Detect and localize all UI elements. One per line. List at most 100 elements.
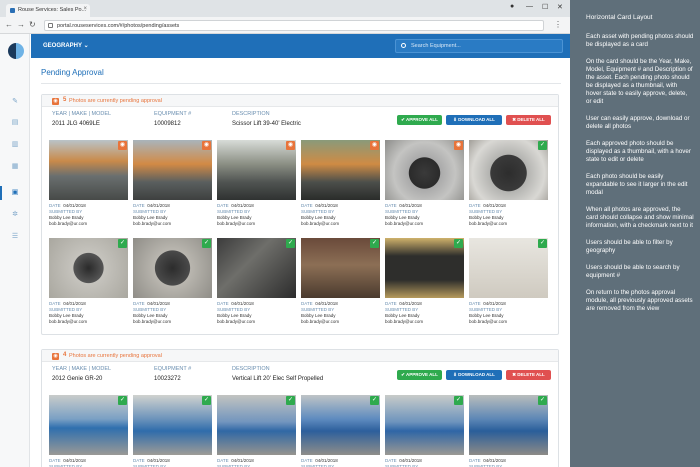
pending-count: 5 <box>63 97 67 103</box>
submitter-email: bob.brady@ur.com <box>49 221 88 226</box>
photo-meta: DATE 04/01/2018 SUBMITTED BY <box>49 458 129 467</box>
photo-icon[interactable]: ▣ <box>10 188 20 197</box>
checkmark-icon[interactable]: ✓ <box>202 396 211 405</box>
pending-text: Photos are currently pending approval <box>69 98 162 104</box>
checkmark-icon[interactable]: ✓ <box>118 396 127 405</box>
photo-thumbnail[interactable]: ✓ <box>385 238 464 298</box>
checkmark-icon[interactable]: ✓ <box>202 239 211 248</box>
photo-thumbnail[interactable]: ✓ <box>469 238 548 298</box>
close-window-icon[interactable]: ✕ <box>557 3 563 11</box>
edit-icon[interactable]: ✎ <box>10 97 20 106</box>
download-all-button[interactable]: ⬇ DOWNLOAD ALL <box>446 115 502 125</box>
minimize-icon[interactable]: — <box>526 3 533 10</box>
card-header: ◉ 5 Photos are currently pending approva… <box>42 95 558 107</box>
checkmark-icon[interactable]: ✓ <box>286 396 295 405</box>
browser-tab[interactable]: Rouse Services: Sales Po... × <box>6 4 90 17</box>
photo-thumbnail[interactable]: ✓ <box>133 238 212 298</box>
camera-icon: ◉ <box>52 353 59 360</box>
photo-thumbnail[interactable]: ◉ <box>49 140 128 200</box>
description-value: Vertical Lift 20' Elec Self Propelled <box>232 376 324 382</box>
ymm-value: 2011 JLG 4069LE <box>52 121 100 127</box>
checkmark-icon[interactable]: ✓ <box>286 239 295 248</box>
description-label: DESCRIPTION <box>232 111 270 117</box>
report-icon[interactable]: ▦ <box>10 162 20 171</box>
note-item: User can easily approve, download or del… <box>586 115 690 130</box>
pending-text: Photos are currently pending approval <box>69 353 162 359</box>
date-label: DATE <box>385 458 397 463</box>
date-label: DATE <box>301 301 313 306</box>
photo-thumbnail[interactable]: ◉ <box>133 140 212 200</box>
reload-icon[interactable]: ↻ <box>29 20 36 29</box>
submitter-email: bob.brady@ur.com <box>385 319 424 324</box>
pending-icon[interactable]: ◉ <box>286 141 295 150</box>
photo-thumbnail[interactable]: ✓ <box>217 238 296 298</box>
note-item: On the card should be the Year, Make, Mo… <box>586 58 693 105</box>
download-all-button[interactable]: ⬇ DOWNLOAD ALL <box>446 370 502 380</box>
profile-icon[interactable]: ● <box>510 3 514 10</box>
list-icon[interactable]: ☰ <box>10 232 20 241</box>
page-title: Pending Approval <box>41 68 104 77</box>
approve-all-button[interactable]: ✔ APPROVE ALL <box>397 115 442 125</box>
delete-all-button[interactable]: ✖ DELETE ALL <box>506 370 551 380</box>
date-label: DATE <box>469 203 481 208</box>
photo-thumbnail[interactable]: ◉ <box>385 140 464 200</box>
date-label: DATE <box>49 301 61 306</box>
photo-thumbnail[interactable]: ✓ <box>49 238 128 298</box>
url-field[interactable]: portal.rouseservices.com/#/photos/pendin… <box>44 20 544 31</box>
submitter-email: bob.brady@ur.com <box>301 319 340 324</box>
submitter-email: bob.brady@ur.com <box>385 221 424 226</box>
checkmark-icon[interactable]: ✓ <box>454 239 463 248</box>
checkmark-icon[interactable]: ✓ <box>118 239 127 248</box>
forward-icon[interactable]: → <box>17 20 25 29</box>
checkmark-icon[interactable]: ✓ <box>538 239 547 248</box>
search-placeholder: Search Equipment... <box>411 43 461 49</box>
notes-list: Each asset with pending photos should be… <box>586 33 694 313</box>
photo-thumbnail[interactable]: ✓ <box>217 395 296 455</box>
photo-date: 04/01/2018 <box>147 458 170 463</box>
checkmark-icon[interactable]: ✓ <box>370 239 379 248</box>
chart-icon[interactable]: ▥ <box>10 140 20 149</box>
photo-thumbnail[interactable]: ◉ <box>301 140 380 200</box>
search-icon <box>401 43 406 48</box>
pending-icon[interactable]: ◉ <box>370 141 379 150</box>
document-icon[interactable]: ▤ <box>10 118 20 127</box>
photo-thumbnail[interactable]: ✓ <box>469 140 548 200</box>
asset-card: ◉ 5 Photos are currently pending approva… <box>41 94 559 335</box>
photo-thumbnail[interactable]: ✓ <box>301 238 380 298</box>
photo-thumbnail[interactable]: ◉ <box>217 140 296 200</box>
date-label: DATE <box>469 301 481 306</box>
date-label: DATE <box>217 301 229 306</box>
note-item: Users should be able to search by equipm… <box>586 264 680 279</box>
photo-thumbnail[interactable]: ✓ <box>133 395 212 455</box>
pending-icon[interactable]: ◉ <box>118 141 127 150</box>
back-icon[interactable]: ← <box>5 20 13 29</box>
pending-icon[interactable]: ◉ <box>454 141 463 150</box>
delete-all-button[interactable]: ✖ DELETE ALL <box>506 115 551 125</box>
photo-thumbnail[interactable]: ✓ <box>301 395 380 455</box>
approve-all-button[interactable]: ✔ APPROVE ALL <box>397 370 442 380</box>
checkmark-icon[interactable]: ✓ <box>538 396 547 405</box>
browser-window: Rouse Services: Sales Po... × ● — ☐ ✕ ← … <box>0 0 570 467</box>
photo-thumbnail[interactable]: ✓ <box>469 395 548 455</box>
photo-date: 04/01/2018 <box>315 458 338 463</box>
description-value: Scissor Lift 39-40' Electric <box>232 121 301 127</box>
card-header: ◉ 4 Photos are currently pending approva… <box>42 350 558 362</box>
photo-thumbnail[interactable]: ✓ <box>49 395 128 455</box>
close-tab-icon[interactable]: × <box>83 6 87 12</box>
maximize-icon[interactable]: ☐ <box>542 3 548 11</box>
browser-menu-icon[interactable]: ⋮ <box>554 20 562 29</box>
checkmark-icon[interactable]: ✓ <box>538 141 547 150</box>
geography-filter[interactable]: GEOGRAPHY ⌄ <box>43 42 89 49</box>
photo-meta: DATE 04/01/2018 SUBMITTED BY Bobby Lee Bra… <box>469 301 549 325</box>
photo-thumbnail[interactable]: ✓ <box>385 395 464 455</box>
checkmark-icon[interactable]: ✓ <box>370 396 379 405</box>
settings-icon[interactable]: ✲ <box>10 210 20 219</box>
photo-meta: DATE 04/01/2018 SUBMITTED BY Bobby Lee Bra… <box>217 301 297 325</box>
date-label: DATE <box>49 203 61 208</box>
description-label: DESCRIPTION <box>232 366 270 372</box>
note-item: Each asset with pending photos should be… <box>586 33 694 48</box>
checkmark-icon[interactable]: ✓ <box>454 396 463 405</box>
submitter-email: bob.brady@ur.com <box>217 319 256 324</box>
pending-icon[interactable]: ◉ <box>202 141 211 150</box>
search-input[interactable]: Search Equipment... <box>395 39 563 53</box>
